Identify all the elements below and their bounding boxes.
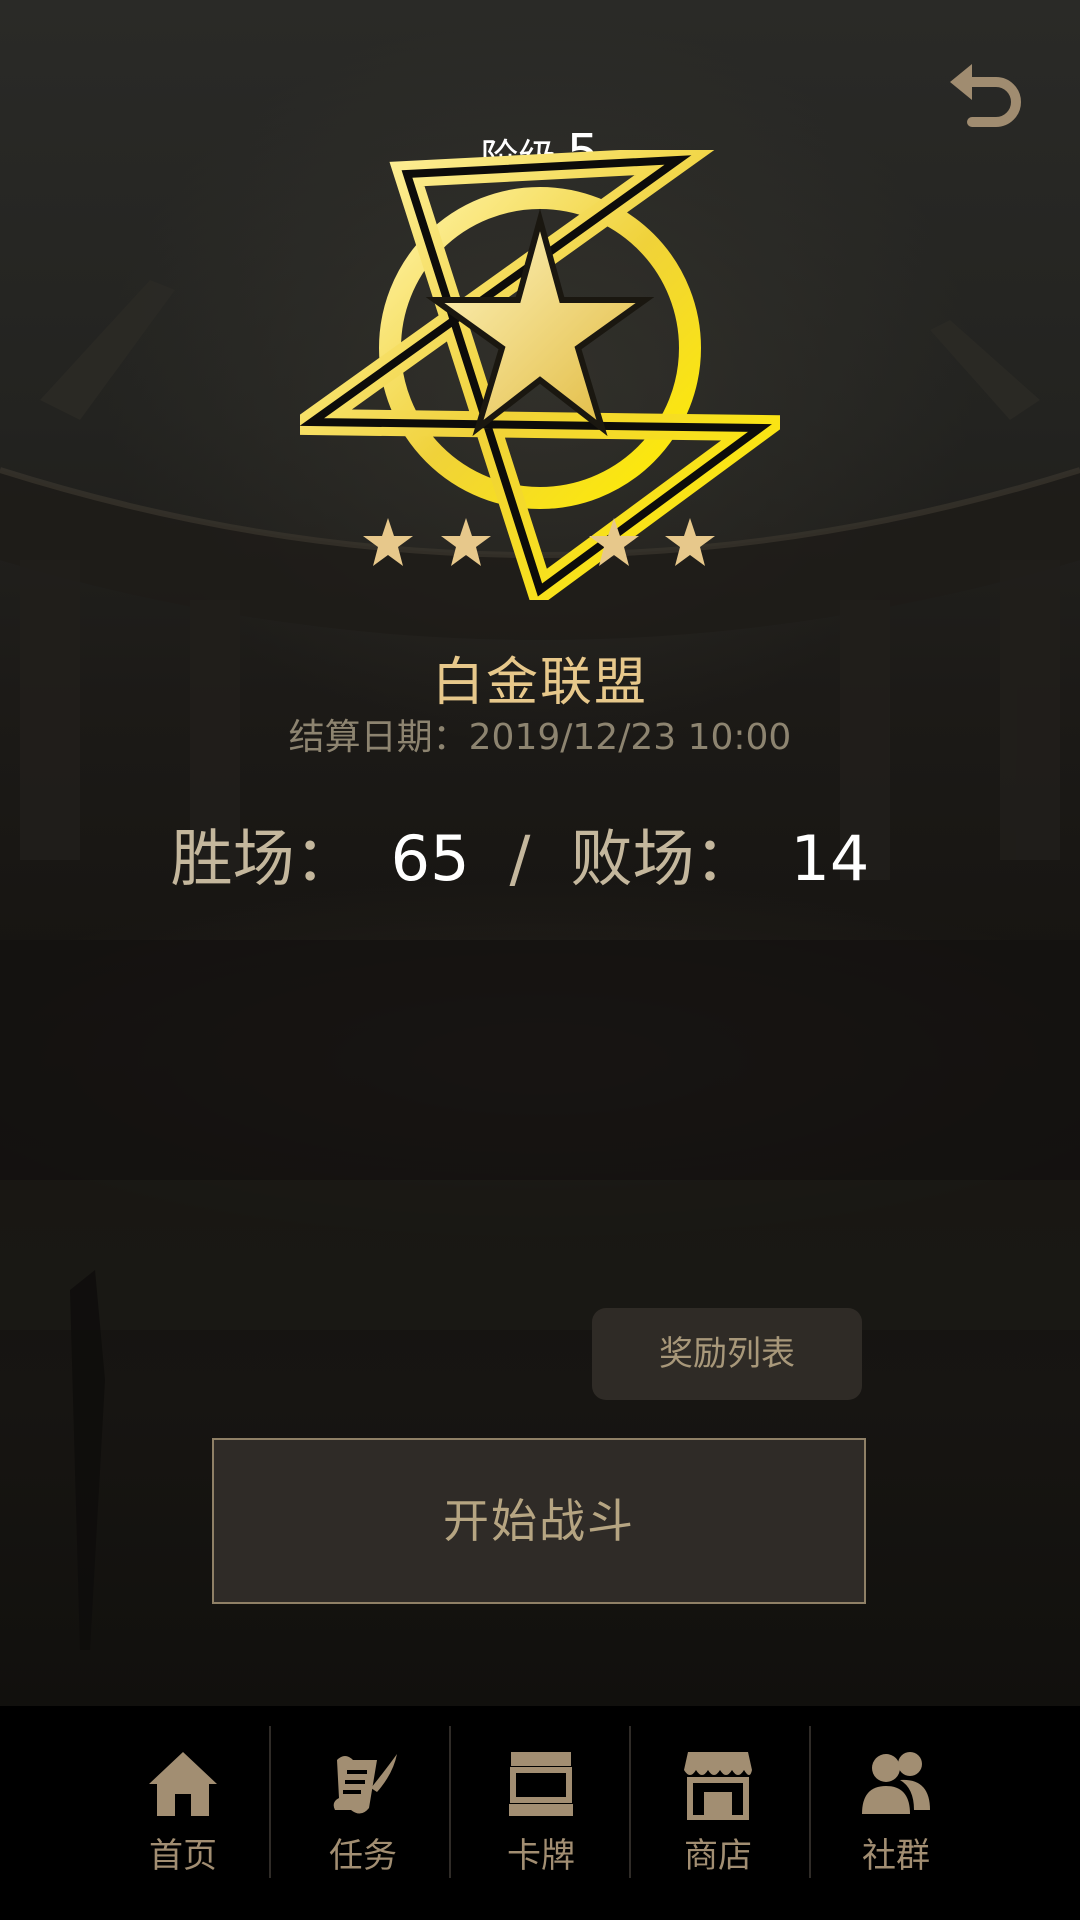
community-icon [862,1752,930,1814]
start-battle-button[interactable]: 开始战斗 [212,1438,866,1604]
back-button[interactable] [944,52,1024,132]
star-filled-icon [589,518,639,566]
nav-item-label: 商店 [684,1836,752,1876]
star-filled-icon [665,518,715,566]
home-icon [149,1752,217,1816]
nav-item-cards[interactable]: 卡牌 [451,1706,631,1920]
reward-list-button[interactable]: 奖励列表 [592,1308,862,1400]
tier-name: 白金联盟 [431,653,648,713]
star-filled-icon [441,518,491,566]
bottom-nav: 首页 任务 卡牌 商店 社群 [0,1706,1080,1920]
shop-icon [684,1752,752,1820]
nav-item-label: 任务 [329,1836,397,1876]
nav-item-community[interactable]: 社群 [806,1706,986,1920]
nav-item-label: 首页 [149,1836,217,1876]
nav-item-shop[interactable]: 商店 [628,1706,808,1920]
cards-icon [509,1752,573,1816]
losses-value: 14 [790,822,870,895]
wins-value: 65 [390,822,470,895]
record-separator: / [509,822,531,895]
nav-item-home[interactable]: 首页 [93,1706,273,1920]
nav-item-label: 社群 [862,1836,930,1876]
win-loss-record: 胜场： 65 / 败场： 14 [0,808,1080,898]
star-filled-icon [363,518,413,566]
wins-label: 胜场： [170,822,357,895]
nav-item-label: 卡牌 [507,1836,575,1876]
settlement-date: 结算日期：2019/12/23 10:00 [288,717,792,758]
losses-label: 败场： [570,822,757,895]
nav-divider [269,1726,271,1878]
quest-scroll-icon [333,1754,397,1814]
nav-item-quest[interactable]: 任务 [273,1706,453,1920]
undo-arrow-icon [950,64,1021,127]
